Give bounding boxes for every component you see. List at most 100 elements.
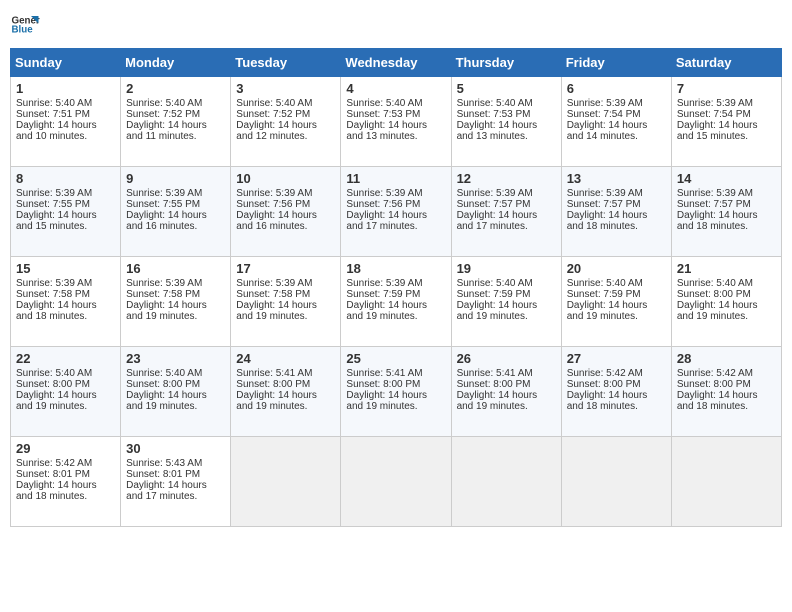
sunrise-text: Sunrise: 5:42 AM [677,368,776,379]
calendar-cell: 29Sunrise: 5:42 AMSunset: 8:01 PMDayligh… [11,437,121,527]
sunrise-text: Sunrise: 5:40 AM [567,278,666,289]
calendar-body: 1Sunrise: 5:40 AMSunset: 7:51 PMDaylight… [11,77,782,527]
daylight-text: Daylight: 14 hours and 18 minutes. [567,390,666,412]
day-number: 27 [567,351,666,366]
day-number: 29 [16,441,115,456]
sunset-text: Sunset: 8:00 PM [126,379,225,390]
calendar-cell [231,437,341,527]
sunrise-text: Sunrise: 5:40 AM [16,368,115,379]
day-number: 8 [16,171,115,186]
day-number: 13 [567,171,666,186]
day-number: 6 [567,81,666,96]
sunrise-text: Sunrise: 5:39 AM [16,188,115,199]
daylight-text: Daylight: 14 hours and 18 minutes. [677,390,776,412]
calendar-cell [341,437,451,527]
sunset-text: Sunset: 7:58 PM [16,289,115,300]
calendar-cell: 15Sunrise: 5:39 AMSunset: 7:58 PMDayligh… [11,257,121,347]
sunrise-text: Sunrise: 5:39 AM [346,188,445,199]
daylight-text: Daylight: 14 hours and 19 minutes. [567,300,666,322]
day-number: 5 [457,81,556,96]
daylight-text: Daylight: 14 hours and 16 minutes. [126,210,225,232]
sunrise-text: Sunrise: 5:39 AM [457,188,556,199]
sunset-text: Sunset: 8:00 PM [346,379,445,390]
sunrise-text: Sunrise: 5:40 AM [16,98,115,109]
sunrise-text: Sunrise: 5:40 AM [126,368,225,379]
daylight-text: Daylight: 14 hours and 18 minutes. [16,480,115,502]
calendar-week-row: 1Sunrise: 5:40 AMSunset: 7:51 PMDaylight… [11,77,782,167]
calendar-cell [451,437,561,527]
sunrise-text: Sunrise: 5:40 AM [236,98,335,109]
sunrise-text: Sunrise: 5:42 AM [567,368,666,379]
daylight-text: Daylight: 14 hours and 13 minutes. [346,120,445,142]
calendar-cell: 23Sunrise: 5:40 AMSunset: 8:00 PMDayligh… [121,347,231,437]
sunrise-text: Sunrise: 5:39 AM [126,188,225,199]
calendar-week-row: 22Sunrise: 5:40 AMSunset: 8:00 PMDayligh… [11,347,782,437]
sunset-text: Sunset: 8:01 PM [126,469,225,480]
sunset-text: Sunset: 7:56 PM [236,199,335,210]
page-header: General Blue [10,10,782,40]
weekday-monday: Monday [121,49,231,77]
sunset-text: Sunset: 7:57 PM [457,199,556,210]
day-number: 24 [236,351,335,366]
calendar-cell: 19Sunrise: 5:40 AMSunset: 7:59 PMDayligh… [451,257,561,347]
calendar-cell: 28Sunrise: 5:42 AMSunset: 8:00 PMDayligh… [671,347,781,437]
sunset-text: Sunset: 8:01 PM [16,469,115,480]
daylight-text: Daylight: 14 hours and 19 minutes. [677,300,776,322]
daylight-text: Daylight: 14 hours and 19 minutes. [236,300,335,322]
weekday-friday: Friday [561,49,671,77]
calendar-week-row: 8Sunrise: 5:39 AMSunset: 7:55 PMDaylight… [11,167,782,257]
daylight-text: Daylight: 14 hours and 19 minutes. [346,300,445,322]
daylight-text: Daylight: 14 hours and 18 minutes. [567,210,666,232]
sunset-text: Sunset: 8:00 PM [16,379,115,390]
sunrise-text: Sunrise: 5:39 AM [126,278,225,289]
daylight-text: Daylight: 14 hours and 14 minutes. [567,120,666,142]
daylight-text: Daylight: 14 hours and 17 minutes. [346,210,445,232]
daylight-text: Daylight: 14 hours and 19 minutes. [126,300,225,322]
sunrise-text: Sunrise: 5:39 AM [677,188,776,199]
calendar-cell: 14Sunrise: 5:39 AMSunset: 7:57 PMDayligh… [671,167,781,257]
calendar-cell: 11Sunrise: 5:39 AMSunset: 7:56 PMDayligh… [341,167,451,257]
day-number: 11 [346,171,445,186]
calendar-week-row: 15Sunrise: 5:39 AMSunset: 7:58 PMDayligh… [11,257,782,347]
sunset-text: Sunset: 7:57 PM [567,199,666,210]
calendar-week-row: 29Sunrise: 5:42 AMSunset: 8:01 PMDayligh… [11,437,782,527]
weekday-thursday: Thursday [451,49,561,77]
day-number: 16 [126,261,225,276]
daylight-text: Daylight: 14 hours and 18 minutes. [677,210,776,232]
daylight-text: Daylight: 14 hours and 19 minutes. [346,390,445,412]
weekday-tuesday: Tuesday [231,49,341,77]
sunset-text: Sunset: 7:55 PM [16,199,115,210]
daylight-text: Daylight: 14 hours and 19 minutes. [236,390,335,412]
day-number: 19 [457,261,556,276]
calendar-cell: 16Sunrise: 5:39 AMSunset: 7:58 PMDayligh… [121,257,231,347]
sunset-text: Sunset: 7:53 PM [457,109,556,120]
sunrise-text: Sunrise: 5:39 AM [677,98,776,109]
sunset-text: Sunset: 7:59 PM [567,289,666,300]
day-number: 3 [236,81,335,96]
calendar-cell: 10Sunrise: 5:39 AMSunset: 7:56 PMDayligh… [231,167,341,257]
day-number: 4 [346,81,445,96]
calendar-cell: 4Sunrise: 5:40 AMSunset: 7:53 PMDaylight… [341,77,451,167]
sunset-text: Sunset: 8:00 PM [677,379,776,390]
daylight-text: Daylight: 14 hours and 16 minutes. [236,210,335,232]
day-number: 18 [346,261,445,276]
calendar-cell: 18Sunrise: 5:39 AMSunset: 7:59 PMDayligh… [341,257,451,347]
sunset-text: Sunset: 7:59 PM [346,289,445,300]
calendar-cell: 21Sunrise: 5:40 AMSunset: 8:00 PMDayligh… [671,257,781,347]
day-number: 17 [236,261,335,276]
calendar-cell: 17Sunrise: 5:39 AMSunset: 7:58 PMDayligh… [231,257,341,347]
calendar-cell [561,437,671,527]
daylight-text: Daylight: 14 hours and 19 minutes. [16,390,115,412]
sunrise-text: Sunrise: 5:41 AM [236,368,335,379]
sunset-text: Sunset: 7:52 PM [236,109,335,120]
sunrise-text: Sunrise: 5:40 AM [457,98,556,109]
sunrise-text: Sunrise: 5:39 AM [16,278,115,289]
calendar-cell [671,437,781,527]
calendar-cell: 5Sunrise: 5:40 AMSunset: 7:53 PMDaylight… [451,77,561,167]
sunrise-text: Sunrise: 5:39 AM [567,98,666,109]
calendar-cell: 22Sunrise: 5:40 AMSunset: 8:00 PMDayligh… [11,347,121,437]
daylight-text: Daylight: 14 hours and 18 minutes. [16,300,115,322]
day-number: 21 [677,261,776,276]
day-number: 10 [236,171,335,186]
sunset-text: Sunset: 8:00 PM [457,379,556,390]
